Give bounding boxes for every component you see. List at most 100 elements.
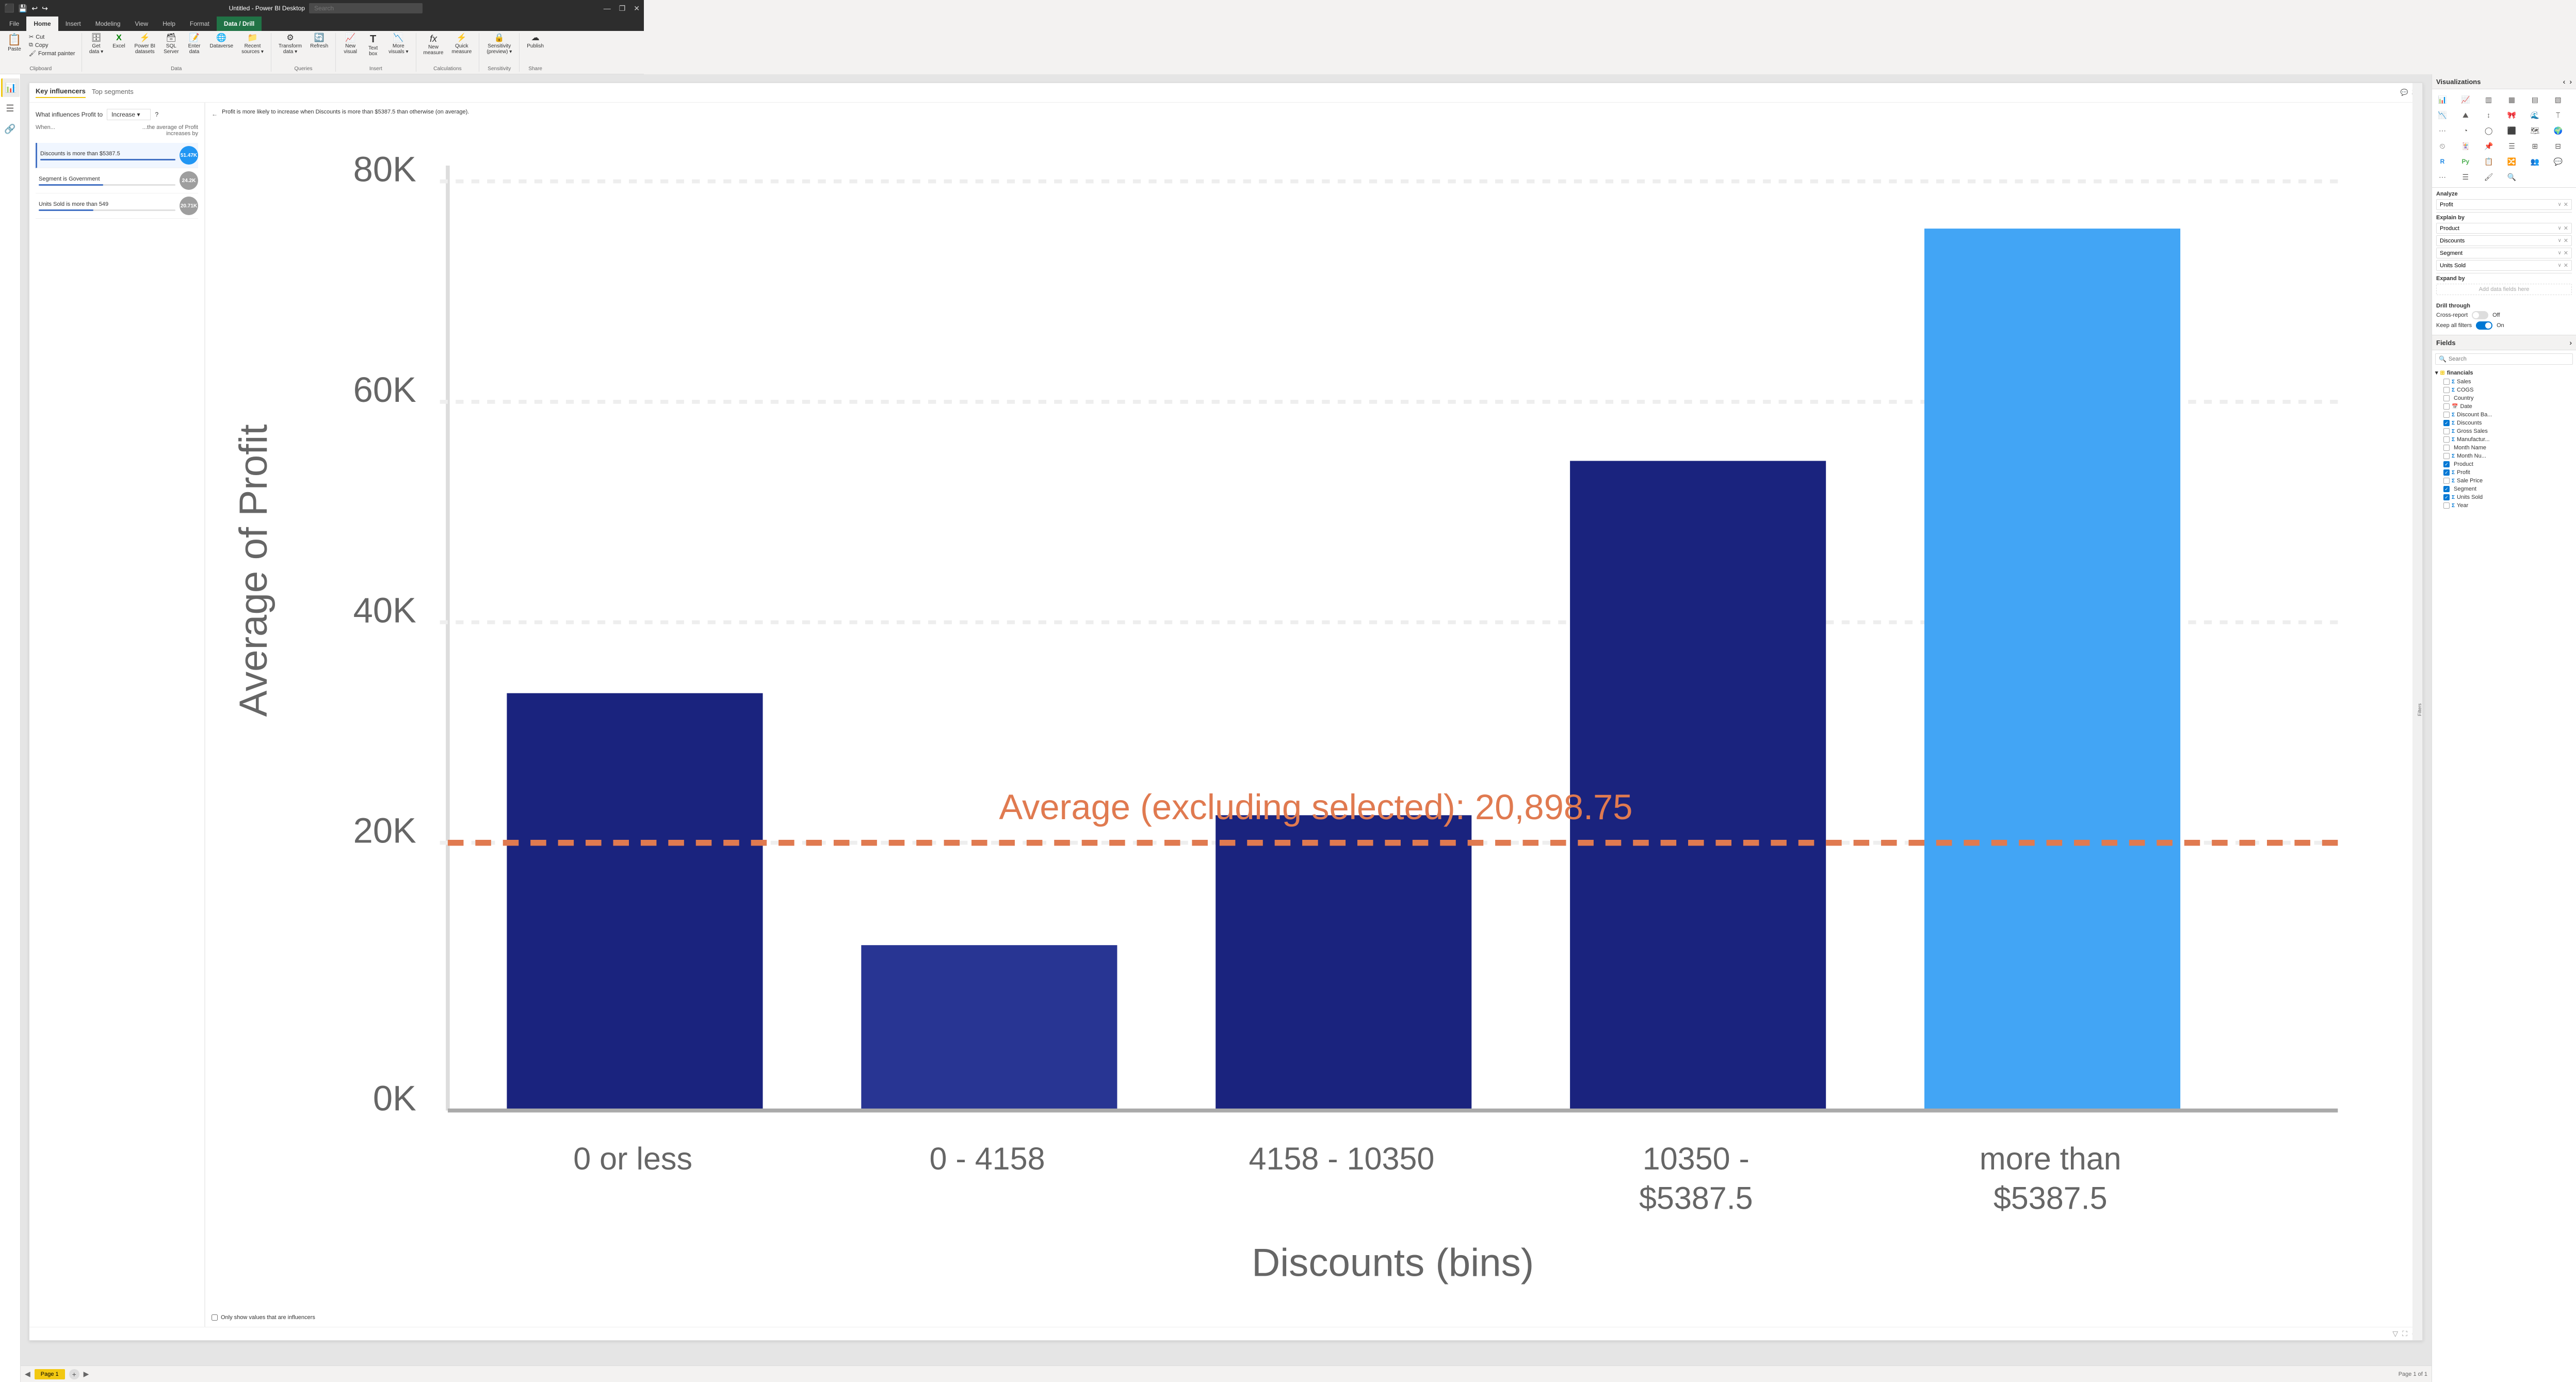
- field-checkbox-country[interactable]: [2443, 395, 2450, 401]
- viz-donut[interactable]: ◯: [2482, 123, 2496, 138]
- analyze-profit-pill[interactable]: Profit ∨ ✕: [2436, 199, 2572, 210]
- influencer-item-units[interactable]: Units Sold is more than 549 20.71K: [36, 193, 198, 219]
- tab-home[interactable]: Home: [26, 17, 58, 31]
- field-manufactur[interactable]: Σ Manufactur...: [2435, 435, 2573, 444]
- sensitivity-button[interactable]: 🔒 Sensitivity(preview) ▾: [483, 33, 515, 56]
- viz-r-visual[interactable]: R: [2435, 154, 2450, 169]
- nav-data[interactable]: ☰: [1, 99, 20, 118]
- field-month-nu[interactable]: Σ Month Nu...: [2435, 452, 2573, 460]
- tab-format[interactable]: Format: [183, 17, 217, 31]
- field-product[interactable]: ✓ Product: [2435, 460, 2573, 468]
- financials-table-header[interactable]: ▾ ⊞ financials: [2435, 368, 2573, 378]
- viz-treemap[interactable]: ⬛: [2504, 123, 2519, 138]
- collapse-left-icon[interactable]: ‹: [2563, 77, 2566, 86]
- title-search-input[interactable]: [309, 3, 423, 13]
- more-visuals-button[interactable]: 📉 Morevisuals ▾: [385, 33, 411, 56]
- field-checkbox-profit[interactable]: ✓: [2443, 469, 2450, 476]
- close-button[interactable]: ✕: [634, 4, 640, 13]
- field-country[interactable]: Country: [2435, 394, 2573, 402]
- field-sales[interactable]: Σ Sales: [2435, 378, 2573, 386]
- keep-filters-toggle[interactable]: [2476, 321, 2492, 330]
- viz-python[interactable]: Py: [2458, 154, 2473, 169]
- filter-icon[interactable]: ▽: [2392, 1329, 2398, 1338]
- viz-line-column[interactable]: ↕: [2482, 108, 2496, 122]
- field-checkbox-discounts[interactable]: ✓: [2443, 420, 2450, 426]
- tab-help[interactable]: Help: [155, 17, 183, 31]
- explain-units-sold-pill[interactable]: Units Sold ∨ ✕: [2436, 260, 2572, 271]
- viz-decomposition[interactable]: 🔀: [2504, 154, 2519, 169]
- remove-discounts-btn[interactable]: ✕: [2564, 237, 2568, 244]
- quick-access-save[interactable]: 💾: [19, 4, 27, 13]
- recent-sources-button[interactable]: 📁 Recentsources ▾: [238, 33, 267, 56]
- viz-filled-map[interactable]: 🌍: [2551, 123, 2565, 138]
- refresh-button[interactable]: 🔄 Refresh: [307, 33, 331, 50]
- field-checkbox-product[interactable]: ✓: [2443, 461, 2450, 467]
- add-field-placeholder[interactable]: Add data fields here: [2436, 284, 2572, 295]
- viz-ribbon[interactable]: 🎀: [2504, 108, 2519, 122]
- page-1-tab[interactable]: Page 1: [35, 1369, 65, 1379]
- bar-more-than-55387[interactable]: [1924, 229, 2180, 1111]
- field-checkbox-unitssold[interactable]: ✓: [2443, 494, 2450, 500]
- field-units-sold[interactable]: ✓ Σ Units Sold: [2435, 493, 2573, 501]
- tab-data-drill[interactable]: Data / Drill: [217, 17, 262, 31]
- new-measure-button[interactable]: fx Newmeasure: [420, 33, 447, 57]
- enter-data-button[interactable]: 📝 Enterdata: [184, 33, 205, 56]
- remove-product-btn[interactable]: ✕: [2564, 225, 2568, 232]
- viz-waterfall[interactable]: 🌊: [2528, 108, 2542, 122]
- viz-area[interactable]: ⛰: [2458, 108, 2473, 122]
- only-influencers-checkbox[interactable]: [212, 1314, 218, 1321]
- viz-map[interactable]: 🗺: [2528, 123, 2542, 138]
- expand-right-icon[interactable]: ›: [2569, 77, 2572, 86]
- power-bi-datasets-button[interactable]: ⚡ Power BIdatasets: [132, 33, 159, 56]
- dataverse-button[interactable]: 🌐 Dataverse: [207, 33, 237, 50]
- excel-button[interactable]: X Excel: [109, 33, 129, 50]
- field-year[interactable]: Σ Year: [2435, 501, 2573, 510]
- field-profit[interactable]: ✓ Σ Profit: [2435, 468, 2573, 477]
- quick-access-undo[interactable]: ↩: [31, 4, 38, 13]
- field-sale-price[interactable]: Σ Sale Price: [2435, 477, 2573, 485]
- bar-0-4158[interactable]: [861, 945, 1117, 1111]
- viz-stacked-column[interactable]: ▦: [2504, 92, 2519, 107]
- viz-smart-narrative[interactable]: 💬: [2551, 154, 2565, 169]
- viz-more[interactable]: ⋯: [2435, 170, 2450, 184]
- tab-view[interactable]: View: [127, 17, 155, 31]
- explain-segment-pill[interactable]: Segment ∨ ✕: [2436, 248, 2572, 258]
- field-checkbox-date[interactable]: [2443, 403, 2450, 410]
- focus-mode-icon[interactable]: ⛶: [2402, 1329, 2407, 1338]
- viz-scatter[interactable]: ⋯: [2435, 123, 2450, 138]
- back-arrow-icon[interactable]: ←: [212, 110, 218, 118]
- cross-report-toggle[interactable]: [2472, 311, 2488, 319]
- viz-custom-1[interactable]: 📋: [2482, 154, 2496, 169]
- viz-field-list[interactable]: ☰: [2458, 170, 2473, 184]
- viz-100-column[interactable]: ▧: [2551, 92, 2565, 107]
- fields-search-input[interactable]: [2449, 356, 2569, 362]
- nav-model[interactable]: 🔗: [1, 120, 20, 138]
- field-checkbox-monthnu[interactable]: [2443, 453, 2450, 459]
- remove-segment-btn[interactable]: ✕: [2564, 250, 2568, 256]
- field-checkbox-manufactur[interactable]: [2443, 436, 2450, 443]
- bar-4158-10350[interactable]: [1216, 815, 1471, 1110]
- field-cogs[interactable]: Σ COGS: [2435, 386, 2573, 394]
- bar-10350-55387[interactable]: [1570, 461, 1826, 1110]
- maximize-button[interactable]: ❐: [619, 4, 626, 13]
- sql-server-button[interactable]: 🗃 SQLServer: [160, 33, 182, 56]
- tab-modeling[interactable]: Modeling: [88, 17, 128, 31]
- top-segments-tab[interactable]: Top segments: [92, 88, 134, 97]
- viz-line[interactable]: 📉: [2435, 108, 2450, 122]
- field-date[interactable]: 📅 Date: [2435, 402, 2573, 411]
- quick-access-redo[interactable]: ↪: [42, 4, 48, 13]
- viz-stacked-bar[interactable]: ▥: [2482, 92, 2496, 107]
- fields-search-box[interactable]: 🔍: [2435, 353, 2573, 365]
- copy-button[interactable]: ⧉ Copy: [27, 41, 77, 49]
- tab-file[interactable]: File: [2, 17, 26, 31]
- publish-button[interactable]: ☁ Publish: [524, 33, 547, 50]
- cut-button[interactable]: ✂ Cut: [27, 33, 77, 41]
- field-gross-sales[interactable]: Σ Gross Sales: [2435, 427, 2573, 435]
- viz-kpi[interactable]: 📌: [2482, 139, 2496, 153]
- field-checkbox-sales[interactable]: [2443, 379, 2450, 385]
- field-checkbox-saleprice[interactable]: [2443, 478, 2450, 484]
- viz-gauge[interactable]: ⏲: [2435, 139, 2450, 153]
- remove-profit-btn[interactable]: ✕: [2564, 201, 2568, 208]
- viz-bar-chart[interactable]: 📊: [2435, 92, 2450, 107]
- get-data-button[interactable]: 🗄 Getdata ▾: [86, 33, 107, 56]
